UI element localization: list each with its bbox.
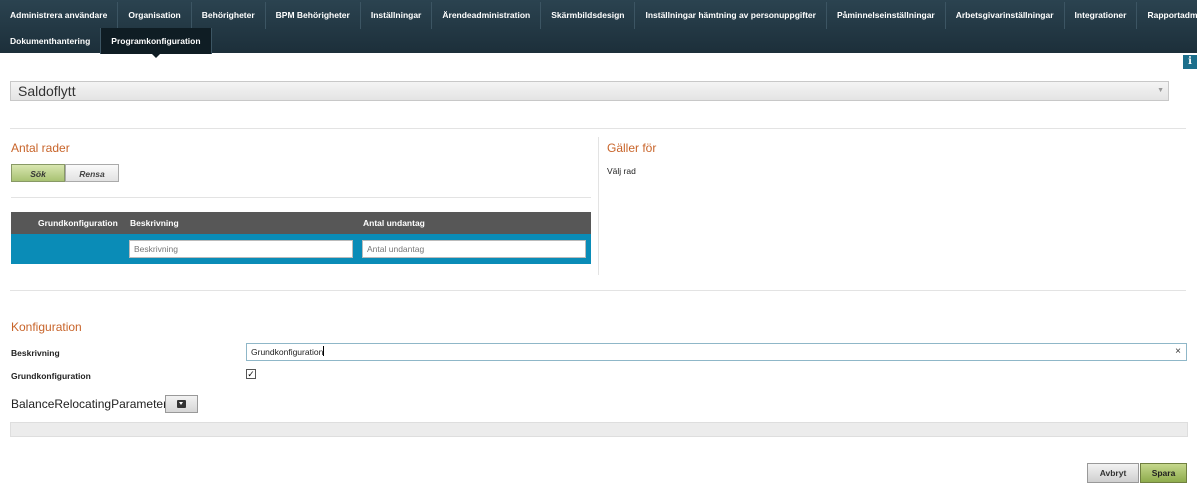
applies-section-title: Gäller för: [607, 141, 657, 155]
nav-item-installningar[interactable]: Inställningar: [361, 2, 433, 29]
info-icon[interactable]: i: [1183, 55, 1197, 69]
nav-item-rapportadministration[interactable]: Rapportadministration: [1137, 2, 1197, 29]
nav-item-programkonfiguration[interactable]: Programkonfiguration: [101, 28, 212, 58]
beskrivning-value: Grundkonfiguration: [251, 344, 324, 360]
results-grid: Grundkonfiguration Beskrivning Antal und…: [11, 212, 591, 264]
nav-item-arbetsgivarinstallningar[interactable]: Arbetsgivarinställningar: [946, 2, 1065, 29]
filter-beskrivning-input[interactable]: [129, 240, 353, 258]
nav-item-paminnelseinstallningar[interactable]: Påminnelseinställningar: [827, 2, 946, 29]
beskrivning-label: Beskrivning: [11, 348, 60, 358]
grid-header: Grundkonfiguration Beskrivning Antal und…: [11, 212, 591, 234]
chevron-down-icon: ▼: [1157, 87, 1164, 94]
parameters-panel: [10, 422, 1188, 437]
column-divider: [598, 137, 599, 275]
nav-row-1: Administrera användare Organisation Behö…: [0, 2, 1197, 29]
nav-item-skarmbildsdesign[interactable]: Skärmbildsdesign: [541, 2, 636, 29]
top-navigation: Administrera användare Organisation Behö…: [0, 0, 1197, 58]
nav-item-administrera-anvandare[interactable]: Administrera användare: [0, 2, 119, 29]
nav-item-installningar-personuppgifter[interactable]: Inställningar hämtning av personuppgifte…: [635, 2, 827, 29]
grundkonfiguration-checkbox[interactable]: ✓: [246, 369, 256, 379]
nav-item-organisation[interactable]: Organisation: [118, 2, 192, 29]
cancel-button[interactable]: Avbryt: [1087, 463, 1139, 483]
program-select-value: Saldoflytt: [18, 83, 76, 99]
grid-filter-row: [11, 234, 591, 264]
divider: [11, 197, 591, 198]
divider: [10, 128, 1186, 129]
nav-item-integrationer[interactable]: Integrationer: [1065, 2, 1138, 29]
nav-item-dokumenthantering[interactable]: Dokumenthantering: [0, 28, 102, 54]
divider: [10, 290, 1186, 291]
search-button[interactable]: Sök: [11, 164, 65, 182]
clear-icon[interactable]: ×: [1175, 344, 1181, 360]
nav-item-behorigheter[interactable]: Behörigheter: [192, 2, 266, 29]
nav-item-arendeadministration[interactable]: Ärendeadministration: [432, 2, 542, 29]
config-section-title: Konfiguration: [11, 320, 82, 334]
program-select[interactable]: Saldoflytt ▼: [10, 81, 1169, 101]
beskrivning-field[interactable]: Grundkonfiguration ×: [246, 343, 1187, 361]
column-header-beskrivning[interactable]: Beskrivning: [130, 212, 179, 234]
column-header-antal-undantag[interactable]: Antal undantag: [363, 212, 425, 234]
expand-down-icon: [177, 400, 186, 408]
applies-hint: Välj rad: [607, 166, 636, 176]
nav-row-2: Dokumenthantering Programkonfiguration: [0, 28, 212, 58]
filter-antal-undantag-input[interactable]: [362, 240, 586, 258]
nav-item-bpm-behorigheter[interactable]: BPM Behörigheter: [266, 2, 361, 29]
column-header-grundkonfiguration[interactable]: Grundkonfiguration: [38, 212, 118, 234]
save-button[interactable]: Spara: [1140, 463, 1187, 483]
search-section-title: Antal rader: [11, 141, 70, 155]
clear-button[interactable]: Rensa: [65, 164, 119, 182]
parameters-expand-button[interactable]: [165, 395, 198, 413]
parameters-label: BalanceRelocatingParameters: [11, 397, 174, 411]
grundkonfiguration-label: Grundkonfiguration: [11, 371, 91, 381]
